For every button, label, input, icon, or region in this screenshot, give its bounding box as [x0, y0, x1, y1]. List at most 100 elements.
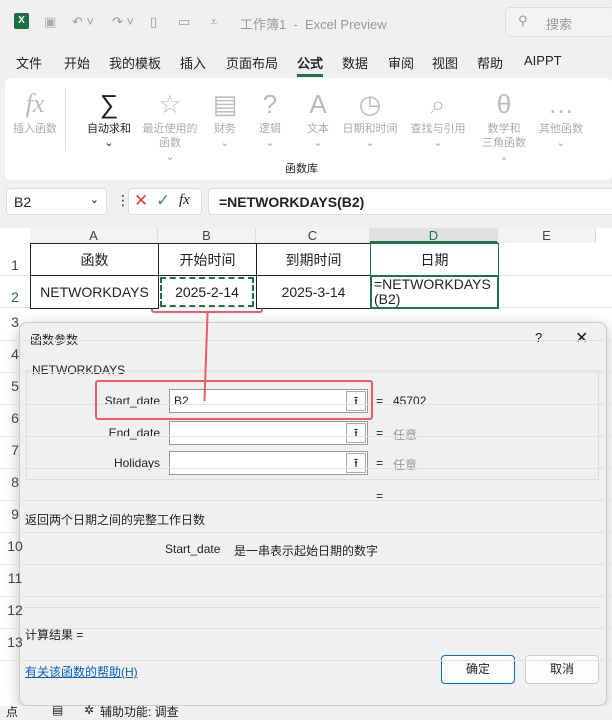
gridline: [0, 468, 612, 469]
gridline: [0, 596, 612, 597]
search-box[interactable]: ⚲ 搜索: [505, 7, 612, 37]
cell-A1[interactable]: 函数: [30, 243, 159, 276]
collapse-dialog-icon[interactable]: ⭱: [346, 423, 366, 443]
ribbon-label-4: 逻辑: [259, 123, 281, 135]
cancel-icon[interactable]: ✕: [134, 191, 148, 211]
chevron-down-icon: ⌄: [313, 137, 323, 149]
row-header-7[interactable]: 7: [0, 442, 30, 458]
row-header-9[interactable]: 9: [0, 506, 30, 522]
ribbon-label-7: 查找与引用: [410, 123, 466, 135]
arg-input-2[interactable]: ⭱: [169, 451, 368, 475]
tab-7[interactable]: 审阅: [388, 53, 414, 72]
arg-result-0: 45702: [393, 394, 427, 408]
column-header-B[interactable]: B: [158, 228, 256, 243]
ribbon-label-3: 财务: [214, 123, 236, 135]
redo-icon[interactable]: ↷ ˅: [112, 14, 134, 30]
row-header-6[interactable]: 6: [0, 410, 30, 426]
chevron-down-icon: ⌄: [433, 137, 443, 149]
gridline: [0, 436, 612, 437]
collapse-dialog-icon[interactable]: ⭱: [346, 453, 366, 473]
tab-2[interactable]: 我的模板: [109, 53, 161, 72]
accessibility-status[interactable]: 辅助功能: 调查: [100, 703, 179, 720]
tab-6[interactable]: 数据: [342, 53, 368, 72]
tab-5[interactable]: 公式: [297, 53, 324, 77]
ribbon-icon-8: θ: [496, 89, 512, 119]
cell-C2[interactable]: 2025-3-14: [256, 275, 371, 309]
name-box-value: B2: [14, 194, 32, 210]
formula-text: =NETWORKDAYS(B2): [219, 194, 365, 210]
ribbon-button-0[interactable]: fx 插入函数: [13, 86, 57, 136]
tab-1[interactable]: 开始: [64, 53, 90, 72]
arg-input-1[interactable]: ⭱: [169, 421, 368, 445]
cell-C1[interactable]: 到期时间: [256, 243, 371, 276]
ribbon-button-7[interactable]: ⌕ 查找与引用 ⌄: [403, 86, 473, 150]
ribbon-button-2[interactable]: ☆ 最近使用的 函数 ⌄: [135, 86, 205, 164]
row-header-1[interactable]: 1: [0, 257, 30, 273]
tab-0[interactable]: 文件: [16, 53, 42, 72]
search-placeholder: 搜索: [546, 17, 573, 32]
cell-B1[interactable]: 开始时间: [158, 243, 257, 276]
ribbon-button-6[interactable]: ◷ 日期和时间 ⌄: [335, 86, 405, 150]
ribbon-label-0: 插入函数: [13, 123, 57, 135]
help-link[interactable]: 有关该函数的帮助(H): [25, 663, 138, 680]
row-header-10[interactable]: 10: [0, 538, 30, 554]
row-header-5[interactable]: 5: [0, 378, 30, 394]
cell-D1[interactable]: 日期: [370, 243, 499, 276]
row-header-11[interactable]: 11: [0, 570, 30, 586]
ribbon-icon-9: …: [548, 89, 574, 119]
tab-4[interactable]: 页面布局: [226, 53, 278, 72]
undo-icon[interactable]: ↶ ˅: [72, 14, 94, 30]
column-header-D[interactable]: D: [370, 228, 498, 243]
cell-B2[interactable]: 2025-2-14: [160, 277, 254, 307]
ribbon-button-5[interactable]: A 文本 ⌄: [298, 86, 338, 150]
ribbon-label-6: 日期和时间: [342, 123, 398, 135]
tab-8[interactable]: 视图: [432, 53, 458, 72]
customize-icon[interactable]: ⩡: [210, 14, 217, 30]
ribbon-button-4[interactable]: ? 逻辑 ⌄: [250, 86, 290, 150]
gridline: [0, 564, 612, 565]
column-header-A[interactable]: A: [30, 228, 158, 243]
row-header-13[interactable]: 13: [0, 634, 30, 650]
column-header-C[interactable]: C: [256, 228, 370, 243]
row-header-8[interactable]: 8: [0, 474, 30, 490]
arg-eq-0: =: [376, 394, 384, 408]
ribbon-button-3[interactable]: ▤ 财务 ⌄: [205, 86, 245, 150]
row-header-2[interactable]: 2: [0, 289, 30, 305]
tab-10[interactable]: AIPPT: [524, 53, 562, 68]
function-name: NETWORKDAYS: [32, 363, 129, 377]
row-header-3[interactable]: 3: [0, 314, 30, 330]
ribbon-button-8[interactable]: θ 数学和 三角函数 ⌄: [469, 86, 539, 164]
formula-buttons: ✕ ✓ fx: [128, 188, 202, 215]
ribbon-group-label: 函数库: [285, 163, 318, 175]
divider: [65, 88, 66, 150]
save-icon[interactable]: ▣: [44, 14, 56, 30]
cell-D2[interactable]: =NETWORKDAYS (B2): [370, 275, 499, 309]
tab-9[interactable]: 帮助: [477, 53, 503, 72]
cell-A2[interactable]: NETWORKDAYS: [30, 275, 159, 309]
column-header-E[interactable]: E: [498, 228, 596, 243]
argument-description: 是一串表示起始日期的数字: [234, 544, 379, 558]
row-header-4[interactable]: 4: [0, 346, 30, 362]
ribbon-icon-0: fx: [25, 89, 45, 118]
ribbon-icon-2: ☆: [158, 89, 182, 119]
chevron-down-icon: ⌄: [556, 137, 566, 149]
open-folder-icon[interactable]: ▭: [178, 14, 190, 30]
help-button[interactable]: ?: [535, 330, 542, 345]
enter-icon[interactable]: ✓: [156, 191, 170, 211]
arg-result-1: 任意: [393, 428, 418, 442]
gridline: [0, 532, 612, 533]
close-icon[interactable]: ✕: [575, 328, 588, 348]
ribbon-button-1[interactable]: ∑ 自动求和 ⌄: [81, 86, 137, 150]
tab-3[interactable]: 插入: [180, 53, 206, 72]
row-header-12[interactable]: 12: [0, 602, 30, 618]
sheet-view-icon[interactable]: ▤: [52, 703, 63, 717]
insert-function-icon[interactable]: fx: [179, 192, 190, 209]
new-file-icon[interactable]: ▯: [150, 14, 157, 30]
ribbon-label-2: 最近使用的 函数: [142, 123, 198, 149]
accessibility-icon[interactable]: ✲: [84, 703, 94, 717]
formula-input[interactable]: =NETWORKDAYS(B2): [208, 188, 612, 215]
ribbon-button-9[interactable]: … 其他函数 ⌄: [533, 86, 589, 150]
name-box[interactable]: B2 ⌄: [6, 188, 107, 215]
ribbon-label-5: 文本: [307, 123, 329, 135]
gridline: [0, 628, 612, 629]
